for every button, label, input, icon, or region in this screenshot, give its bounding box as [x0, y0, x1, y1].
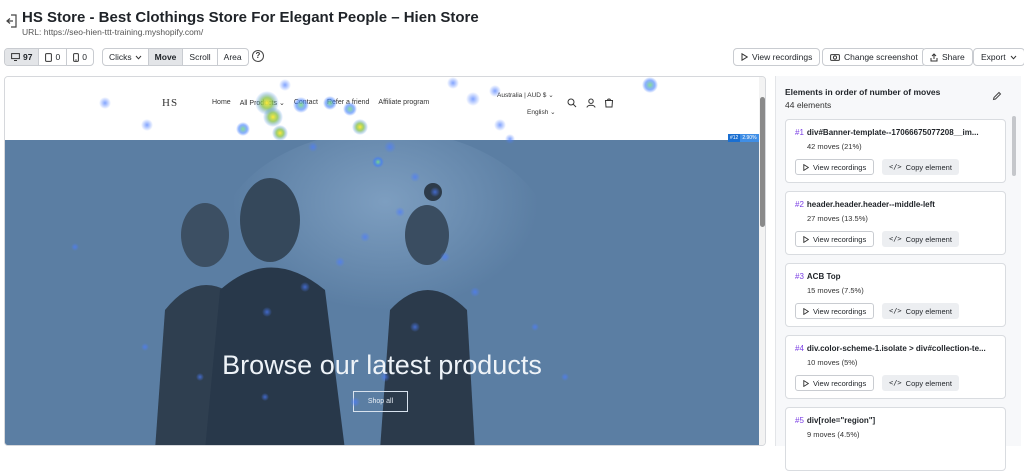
hero-title: Browse our latest products [222, 350, 542, 380]
mobile-icon [73, 52, 80, 62]
code-icon: </> [889, 163, 902, 171]
panel-title: Elements in order of number of moves [785, 87, 941, 97]
play-icon [803, 235, 809, 243]
top-bar: HS Store - Best Clothings Store For Eleg… [0, 0, 1024, 44]
nav-item[interactable]: Refer a friend [327, 99, 369, 107]
copy-element-button[interactable]: </> Copy element [882, 303, 959, 319]
chevron-down-icon [1010, 55, 1016, 60]
mode-label: Clicks [109, 52, 132, 62]
element-card: #3 ACB Top 15 moves (7.5%) View recording… [785, 263, 1006, 327]
element-view-recordings-button[interactable]: View recordings [795, 375, 875, 391]
device-desktop[interactable]: 97 [5, 49, 40, 65]
mode-scroll[interactable]: Scroll [183, 49, 218, 65]
mode-area[interactable]: Area [218, 49, 248, 65]
element-tag-pct: 2.90% [740, 134, 759, 142]
language-selector[interactable]: English ⌄ [527, 108, 556, 116]
change-screenshot-label: Change screenshot [844, 52, 918, 62]
hero-banner: Browse our latest products Shop all [5, 140, 759, 445]
share-button[interactable]: Share [922, 48, 973, 66]
play-icon [741, 53, 748, 61]
heatmap-toolbar: 97 0 0 Clicks Move Scroll Area ? View re… [0, 48, 1024, 68]
pencil-icon[interactable] [992, 91, 1002, 101]
nav-item[interactable]: Contact [294, 99, 318, 107]
account-icon[interactable] [586, 98, 596, 108]
exit-icon[interactable] [6, 14, 18, 28]
nav-item[interactable]: Affiliate program [378, 99, 429, 107]
element-card: #5 div[role="region"] 9 moves (4.5%) [785, 407, 1006, 471]
tablet-icon [45, 52, 53, 62]
mode-label: Scroll [189, 52, 211, 62]
element-name: #3 ACB Top [795, 272, 841, 281]
copy-element-button[interactable]: </> Copy element [882, 159, 959, 175]
mode-label: Move [154, 52, 177, 62]
element-moves: 15 moves (7.5%) [807, 286, 864, 295]
element-moves: 42 moves (21%) [807, 142, 862, 151]
element-name: #2 header.header.header--middle-left [795, 200, 935, 209]
device-selector: 97 0 0 [4, 48, 94, 66]
search-icon[interactable] [567, 98, 577, 108]
share-label: Share [942, 52, 965, 62]
element-moves: 27 moves (13.5%) [807, 214, 868, 223]
play-icon [803, 307, 809, 315]
element-view-recordings-button[interactable]: View recordings [795, 303, 875, 319]
export-label: Export [981, 52, 1006, 62]
device-count: 0 [82, 52, 87, 62]
export-button[interactable]: Export [973, 48, 1024, 66]
element-view-recordings-button[interactable]: View recordings [795, 159, 875, 175]
locale-selector[interactable]: Australia | AUD $ ⌄ [497, 91, 554, 99]
code-icon: </> [889, 307, 902, 315]
elements-panel: Elements in order of number of moves 44 … [775, 76, 1021, 471]
page-title: HS Store - Best Clothings Store For Eleg… [22, 9, 479, 26]
device-count: 0 [55, 52, 61, 62]
site-nav: Home All Products ⌄ Contact Refer a frie… [212, 99, 429, 107]
element-card: #4 div.color-scheme-1.isolate > div#colle… [785, 335, 1006, 399]
code-icon: </> [889, 235, 902, 243]
preview-scrollbar-thumb[interactable] [760, 97, 765, 227]
device-tablet[interactable]: 0 [39, 49, 68, 65]
element-tag: #12 2.90% [728, 134, 759, 142]
share-icon [930, 52, 938, 61]
code-icon: </> [889, 379, 902, 387]
heatmap-preview[interactable]: HS Home All Products ⌄ Contact Refer a f… [4, 76, 766, 446]
play-icon [803, 163, 809, 171]
copy-element-button[interactable]: </> Copy element [882, 231, 959, 247]
element-name: #5 div[role="region"] [795, 416, 876, 425]
element-moves: 9 moves (4.5%) [807, 430, 860, 439]
play-icon [803, 379, 809, 387]
panel-count: 44 elements [785, 100, 832, 110]
mode-clicks[interactable]: Clicks [103, 49, 149, 65]
help-icon[interactable]: ? [252, 50, 264, 62]
element-card: #2 header.header.header--middle-left 27 m… [785, 191, 1006, 255]
device-count: 97 [23, 52, 33, 62]
element-card: #1 div#Banner-template--17066675077208__i… [785, 119, 1006, 183]
element-name: #1 div#Banner-template--17066675077208__i… [795, 128, 979, 137]
device-mobile[interactable]: 0 [67, 49, 93, 65]
site-logo: HS [162, 97, 179, 109]
element-name: #4 div.color-scheme-1.isolate > div#colle… [795, 344, 986, 353]
mode-selector: Clicks Move Scroll Area [102, 48, 249, 66]
change-screenshot-button[interactable]: Change screenshot [822, 48, 926, 66]
nav-item[interactable]: Home [212, 99, 231, 107]
copy-element-button[interactable]: </> Copy element [882, 375, 959, 391]
camera-icon [830, 54, 840, 61]
element-view-recordings-button[interactable]: View recordings [795, 231, 875, 247]
panel-scrollbar[interactable] [1012, 116, 1016, 176]
nav-item[interactable]: All Products ⌄ [240, 99, 285, 107]
element-tag-id: #12 [728, 134, 741, 142]
element-moves: 10 moves (5%) [807, 358, 858, 367]
desktop-icon [11, 53, 20, 61]
chevron-down-icon [135, 55, 142, 60]
cart-icon[interactable] [604, 98, 614, 108]
mode-move[interactable]: Move [148, 49, 184, 65]
mode-label: Area [223, 52, 242, 62]
page-url: URL: https://seo-hien-ttt-training.mysho… [22, 27, 204, 37]
site-header: HS Home All Products ⌄ Contact Refer a f… [5, 77, 759, 141]
view-recordings-button[interactable]: View recordings [733, 48, 821, 66]
view-recordings-label: View recordings [752, 52, 813, 62]
shop-all-button[interactable]: Shop all [353, 391, 408, 412]
